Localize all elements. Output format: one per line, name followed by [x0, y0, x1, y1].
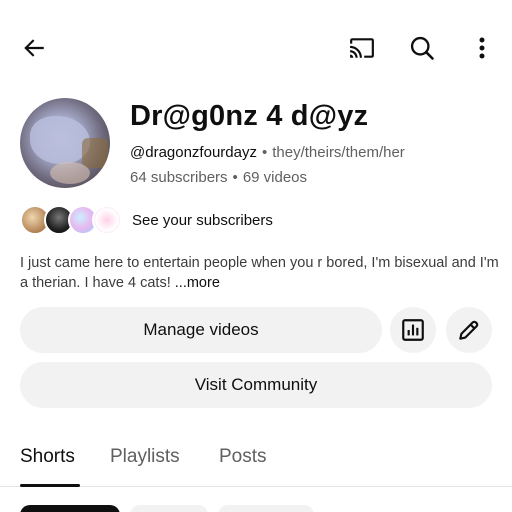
channel-description[interactable]: I just came here to entertain people whe… — [20, 253, 500, 293]
back-button[interactable] — [14, 28, 54, 68]
channel-handle: @dragonzfourdayz — [130, 144, 257, 161]
more-vertical-icon — [479, 37, 485, 59]
arrow-left-icon — [24, 39, 44, 57]
subscriber-count: 64 subscribers — [130, 169, 228, 186]
edit-channel-button[interactable] — [446, 307, 492, 353]
channel-handle-line: @dragonzfourdayz • they/theirs/them/her — [130, 144, 405, 161]
search-button[interactable] — [402, 28, 442, 68]
filter-chip[interactable] — [20, 505, 120, 512]
description-more-link[interactable]: ...more — [175, 275, 220, 291]
tab-shorts[interactable]: Shorts — [20, 446, 75, 468]
see-subscribers-row[interactable]: See your subscribers — [20, 205, 273, 235]
status-bar-fragment — [0, 0, 512, 2]
description-text: I just came here to entertain people whe… — [20, 255, 499, 291]
channel-stats: 64 subscribers • 69 videos — [130, 169, 307, 186]
tab-playlists[interactable]: Playlists — [110, 446, 180, 468]
filter-chip[interactable] — [130, 505, 208, 512]
separator-dot: • — [261, 144, 268, 161]
see-subscribers-link[interactable]: See your subscribers — [132, 212, 273, 229]
pencil-icon — [459, 320, 479, 340]
avatar-image-part — [30, 116, 90, 164]
filter-chips — [0, 505, 512, 512]
cast-icon — [350, 38, 374, 58]
avatar-image-part — [50, 162, 90, 184]
channel-tabs: Shorts Playlists Posts — [0, 440, 512, 487]
more-options-button[interactable] — [462, 28, 502, 68]
manage-videos-button[interactable]: Manage videos — [20, 307, 382, 353]
bar-chart-icon — [402, 319, 424, 341]
channel-name: Dr@g0nz 4 d@yz — [130, 100, 369, 132]
channel-avatar[interactable] — [20, 98, 110, 188]
avatar-image-part — [82, 138, 108, 168]
tab-posts[interactable]: Posts — [219, 446, 267, 468]
subscriber-avatar — [92, 205, 122, 235]
filter-chip[interactable] — [218, 505, 314, 512]
search-icon — [410, 36, 434, 60]
active-tab-indicator — [20, 484, 80, 487]
subscriber-avatars — [20, 205, 124, 235]
separator-dot: • — [232, 169, 238, 186]
top-app-bar — [0, 28, 512, 68]
analytics-button[interactable] — [390, 307, 436, 353]
video-count: 69 videos — [242, 169, 308, 186]
cast-button[interactable] — [342, 28, 382, 68]
channel-pronouns: they/theirs/them/her — [272, 144, 405, 161]
visit-community-button[interactable]: Visit Community — [20, 362, 492, 408]
